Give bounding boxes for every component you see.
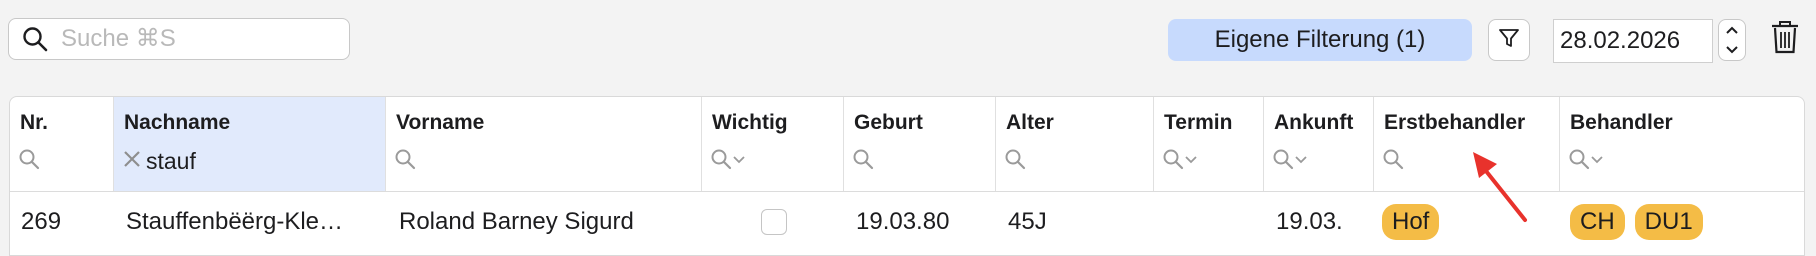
- column-header-vorname[interactable]: Vorname: [386, 97, 702, 191]
- column-title: Termin: [1164, 111, 1233, 134]
- chevron-down-icon[interactable]: [1719, 40, 1745, 60]
- chevron-up-icon[interactable]: [1719, 20, 1745, 40]
- column-title: Alter: [1006, 111, 1054, 134]
- search-input[interactable]: [61, 25, 331, 53]
- column-title: Erstbehandler: [1384, 111, 1526, 134]
- funnel-icon: [1498, 27, 1520, 54]
- cell-wichtig: [761, 192, 801, 252]
- red-arrow-icon: [1465, 148, 1535, 233]
- provider-badge[interactable]: CH: [1570, 204, 1625, 240]
- column-title: Nachname: [124, 111, 231, 134]
- cell-geburt: 19.03.80: [856, 208, 950, 235]
- search-icon: [1162, 148, 1184, 175]
- chevron-down-icon[interactable]: [1294, 152, 1308, 170]
- column-header-geburt[interactable]: Geburt: [844, 97, 996, 191]
- search-icon: [394, 148, 416, 175]
- clear-x-icon[interactable]: [122, 149, 142, 174]
- column-filter[interactable]: [1162, 147, 1198, 175]
- column-filter[interactable]: [1568, 147, 1604, 175]
- column-title: Behandler: [1570, 111, 1673, 134]
- column-header-termin[interactable]: Termin: [1154, 97, 1264, 191]
- column-filter[interactable]: [394, 147, 416, 175]
- search-icon: [21, 25, 49, 53]
- chevron-down-icon[interactable]: [1590, 152, 1604, 170]
- important-checkbox[interactable]: [761, 209, 787, 235]
- cell-termin: [1164, 192, 1264, 252]
- chevron-down-icon[interactable]: [1184, 152, 1198, 170]
- column-filter[interactable]: stauf: [122, 147, 196, 175]
- custom-filter-button[interactable]: Eigene Filterung (1): [1168, 19, 1472, 61]
- search-icon: [1004, 148, 1026, 175]
- date-field[interactable]: 28.02.2026: [1553, 19, 1713, 63]
- column-filter[interactable]: [1004, 147, 1026, 175]
- search-field[interactable]: [8, 18, 350, 60]
- search-icon: [1382, 148, 1404, 175]
- cell-vorname: Roland Barney Sigurd: [399, 208, 634, 235]
- cell-nr: 269: [21, 208, 62, 235]
- column-title: Ankunft: [1274, 111, 1354, 134]
- column-title: Wichtig: [712, 111, 788, 134]
- cell-behandler: CH DU1: [1570, 192, 1804, 252]
- column-filter[interactable]: [852, 147, 874, 175]
- chevron-down-icon[interactable]: [732, 152, 746, 170]
- patient-table: Nr. Nachname stauf Vorname Wichtig Gebur…: [9, 96, 1805, 256]
- column-filter[interactable]: [1382, 147, 1404, 175]
- search-icon: [1568, 148, 1590, 175]
- column-title: Nr.: [20, 111, 49, 134]
- column-filter[interactable]: [710, 147, 746, 175]
- cell-nachname: Stauffenbëërg-Kle…: [126, 208, 344, 235]
- column-header-behandler[interactable]: Behandler: [1560, 97, 1804, 191]
- search-icon: [1272, 148, 1294, 175]
- column-header-alter[interactable]: Alter: [996, 97, 1154, 191]
- column-header-ankunft[interactable]: Ankunft: [1264, 97, 1374, 191]
- column-header-nachname[interactable]: Nachname stauf: [114, 97, 386, 191]
- column-filter[interactable]: [1272, 147, 1308, 175]
- column-filter[interactable]: [18, 147, 40, 175]
- column-title: Geburt: [854, 111, 923, 134]
- filter-button[interactable]: [1488, 19, 1530, 61]
- column-header-wichtig[interactable]: Wichtig: [702, 97, 844, 191]
- provider-badge[interactable]: DU1: [1634, 204, 1703, 240]
- cell-alter: 45J: [1008, 208, 1047, 235]
- delete-button[interactable]: [1767, 18, 1803, 60]
- provider-badge[interactable]: Hof: [1382, 204, 1440, 240]
- trash-icon: [1770, 19, 1800, 60]
- column-header-nr[interactable]: Nr.: [10, 97, 114, 191]
- search-icon: [710, 148, 732, 175]
- toolbar: Eigene Filterung (1) 28.02.2026: [0, 0, 1816, 86]
- cell-ankunft: 19.03.: [1276, 208, 1343, 235]
- search-icon: [852, 148, 874, 175]
- date-stepper[interactable]: [1718, 19, 1746, 61]
- column-title: Vorname: [396, 111, 485, 134]
- table-row[interactable]: 269 Stauffenbëërg-Kle… Roland Barney Sig…: [10, 192, 1804, 252]
- column-filter-value[interactable]: stauf: [146, 148, 196, 175]
- search-icon: [18, 148, 40, 175]
